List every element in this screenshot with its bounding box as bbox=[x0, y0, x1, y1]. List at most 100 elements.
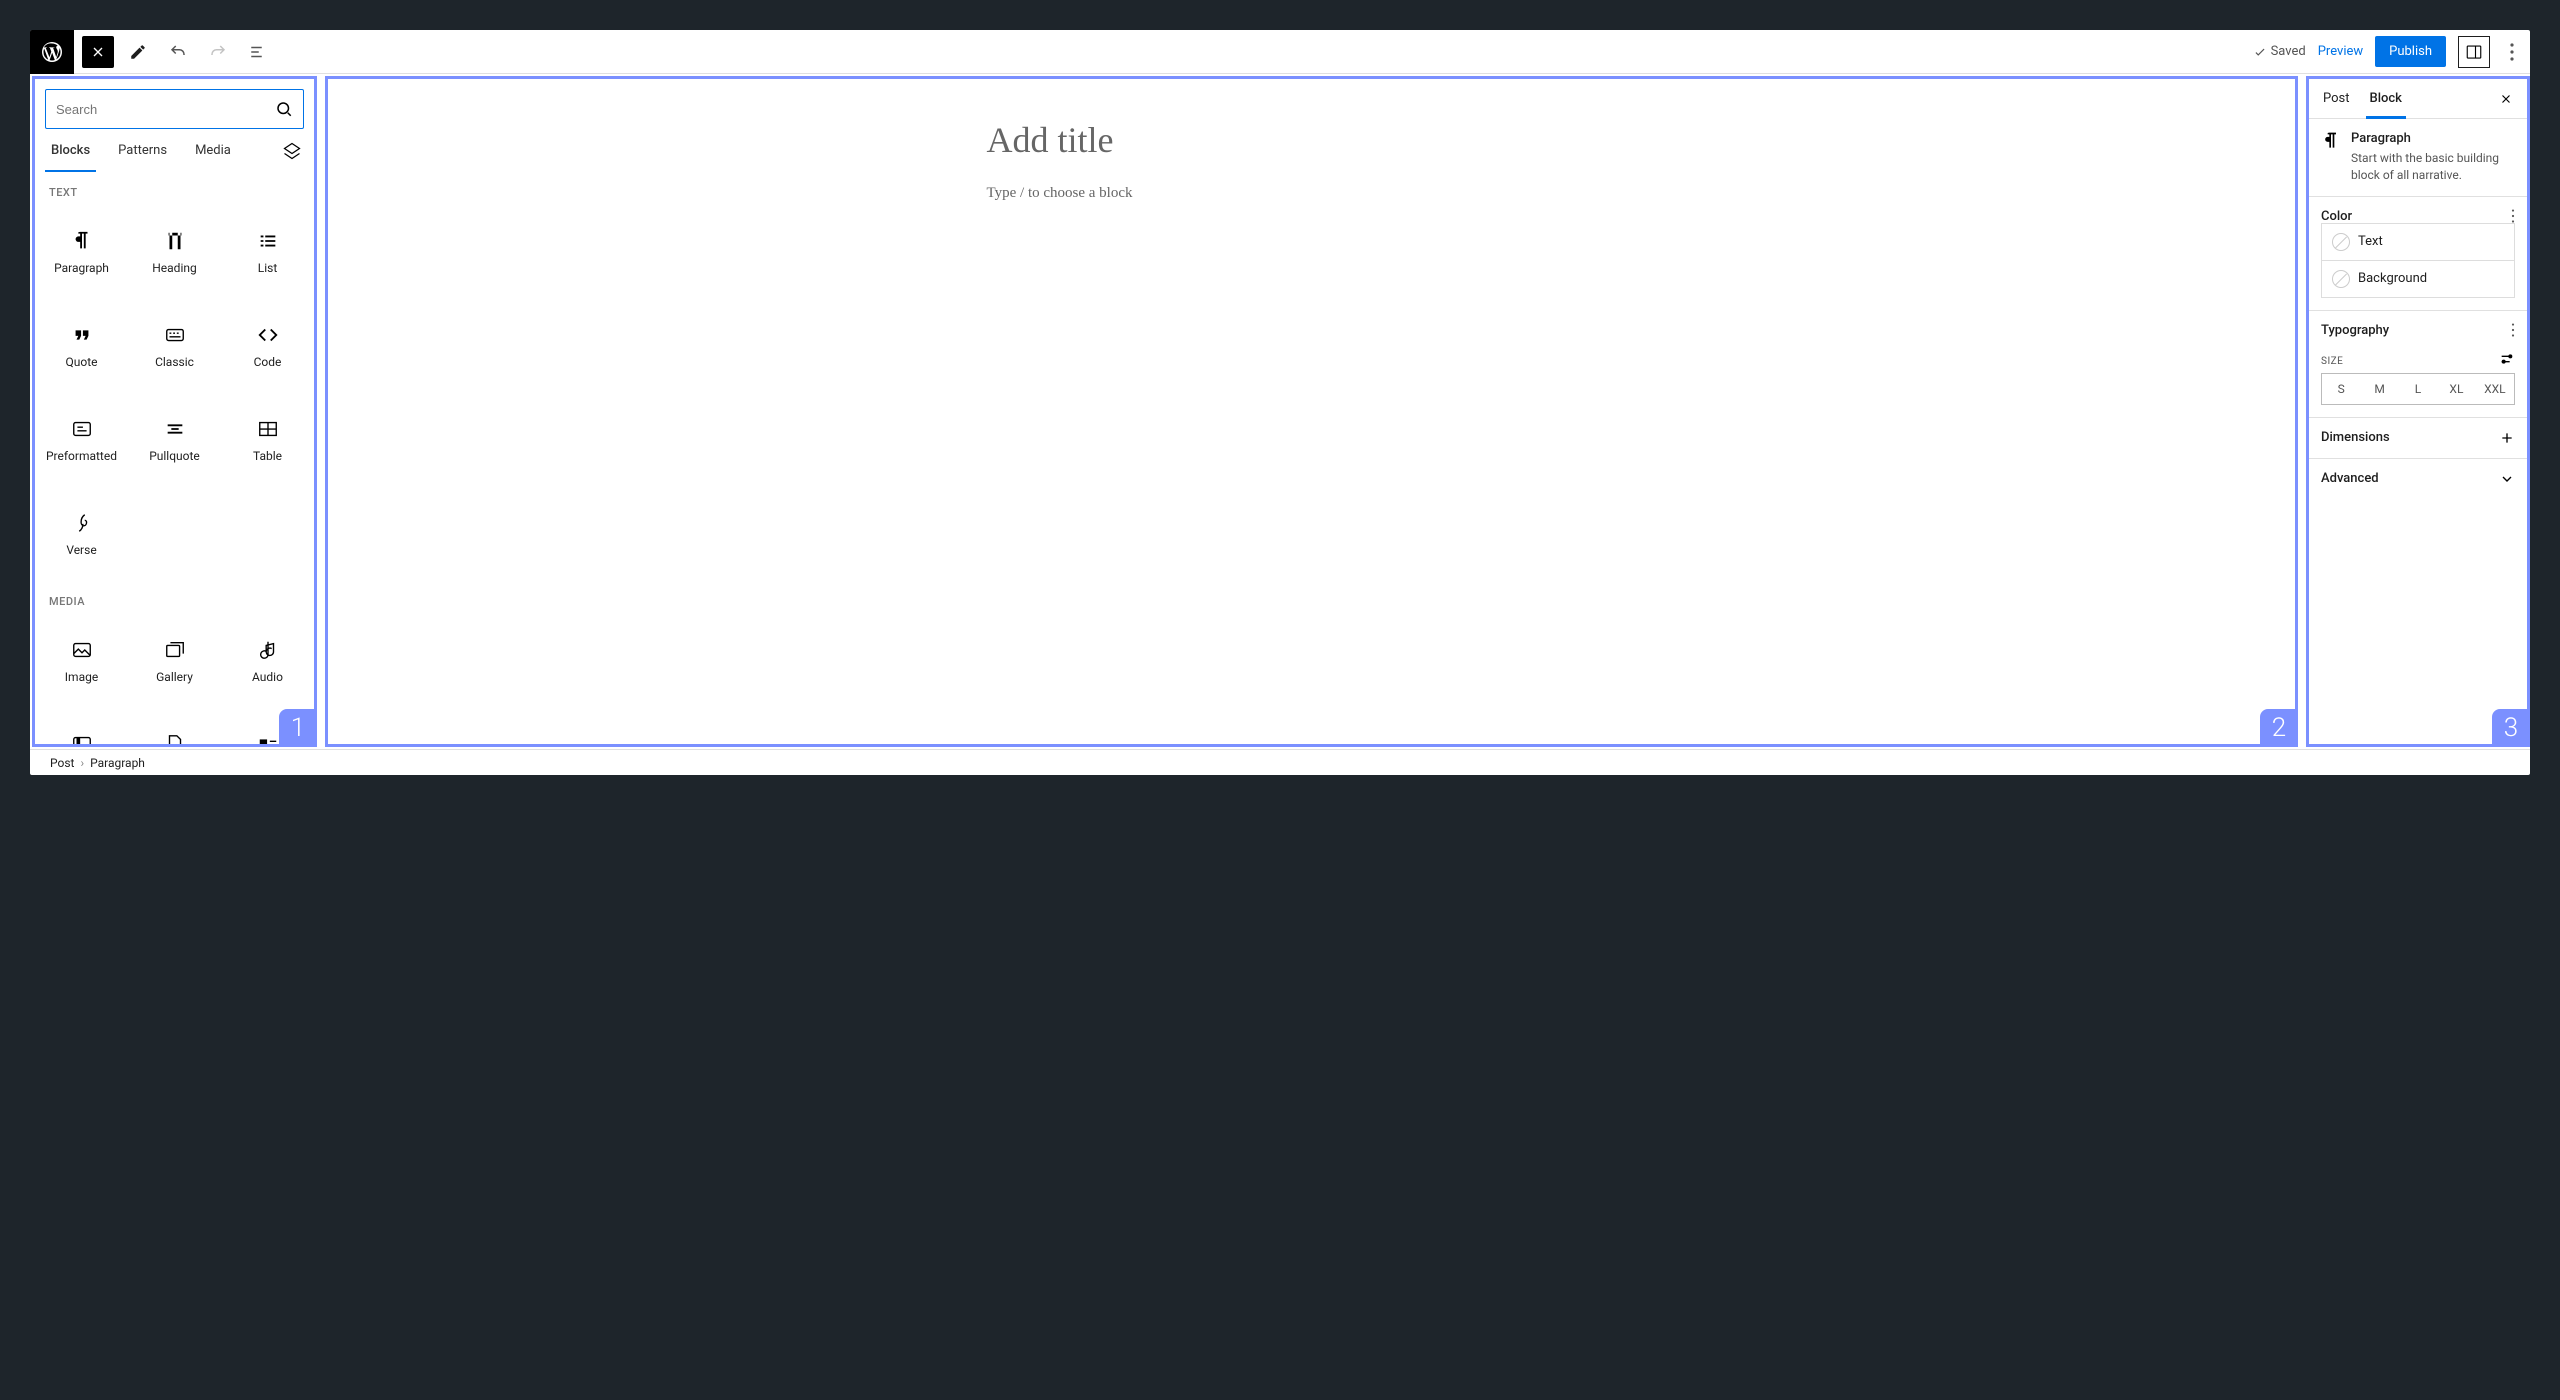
panel-number-3: 3 bbox=[2492, 709, 2530, 747]
plus-icon[interactable] bbox=[2499, 430, 2515, 446]
block-item-cover[interactable]: Cover bbox=[35, 708, 128, 744]
advanced-section-title[interactable]: Advanced bbox=[2321, 471, 2379, 486]
block-category-label: Media bbox=[35, 581, 314, 614]
block-search-input[interactable] bbox=[45, 89, 304, 129]
breadcrumb-item[interactable]: Post bbox=[50, 756, 74, 770]
table-icon bbox=[257, 417, 279, 441]
block-item-quote[interactable]: Quote bbox=[35, 299, 128, 393]
mediatext-icon bbox=[257, 732, 279, 744]
preformatted-icon bbox=[71, 417, 93, 441]
audio-icon bbox=[257, 638, 279, 662]
block-item-label: Heading bbox=[152, 261, 197, 275]
size-custom-toggle-icon[interactable] bbox=[2499, 351, 2515, 367]
empty-swatch-icon bbox=[2332, 233, 2350, 251]
settings-panel: Post Block Paragraph Start with the basi… bbox=[2306, 76, 2530, 747]
pullquote-icon bbox=[164, 417, 186, 441]
tab-media[interactable]: Media bbox=[181, 129, 245, 172]
empty-swatch-icon bbox=[2332, 270, 2350, 288]
breadcrumb-item[interactable]: Paragraph bbox=[90, 756, 145, 770]
redo-button[interactable] bbox=[202, 36, 234, 68]
typography-options-icon[interactable] bbox=[2511, 323, 2515, 337]
heading-icon bbox=[164, 229, 186, 253]
block-item-pullquote[interactable]: Pullquote bbox=[128, 393, 221, 487]
size-label: Size bbox=[2321, 356, 2489, 367]
panel-number-1: 1 bbox=[279, 709, 317, 747]
panel-number-2: 2 bbox=[2260, 709, 2298, 747]
settings-tab-post[interactable]: Post bbox=[2313, 79, 2360, 118]
block-category-label: Text bbox=[35, 172, 314, 205]
preview-button[interactable]: Preview bbox=[2318, 44, 2363, 59]
classic-icon bbox=[164, 323, 186, 347]
search-icon bbox=[275, 100, 293, 118]
chevron-right-icon: › bbox=[80, 756, 84, 770]
block-item-paragraph[interactable]: Paragraph bbox=[35, 205, 128, 299]
dimensions-section-title[interactable]: Dimensions bbox=[2321, 430, 2390, 445]
block-item-gallery[interactable]: Gallery bbox=[128, 614, 221, 708]
block-item-list[interactable]: List bbox=[221, 205, 314, 299]
block-item-label: Table bbox=[253, 449, 282, 463]
block-item-label: Paragraph bbox=[54, 261, 109, 275]
block-description: Start with the basic building block of a… bbox=[2351, 150, 2515, 184]
paragraph-block-placeholder[interactable]: Type / to choose a block bbox=[987, 185, 1637, 202]
tools-button[interactable] bbox=[122, 36, 154, 68]
size-button-s[interactable]: S bbox=[2322, 374, 2360, 404]
size-button-xl[interactable]: XL bbox=[2437, 374, 2475, 404]
explore-patterns-icon[interactable] bbox=[272, 131, 312, 171]
paragraph-icon bbox=[71, 229, 93, 253]
block-name: Paragraph bbox=[2351, 131, 2515, 146]
block-item-preformatted[interactable]: Preformatted bbox=[35, 393, 128, 487]
toggle-inserter-button[interactable] bbox=[82, 36, 114, 68]
block-item-image[interactable]: Image bbox=[35, 614, 128, 708]
block-item-label: Preformatted bbox=[46, 449, 117, 463]
list-icon bbox=[257, 229, 279, 253]
tab-patterns[interactable]: Patterns bbox=[104, 129, 181, 172]
size-button-xxl[interactable]: XXL bbox=[2476, 374, 2514, 404]
image-icon bbox=[71, 638, 93, 662]
block-item-file[interactable]: File bbox=[128, 708, 221, 744]
top-toolbar: Saved Preview Publish bbox=[30, 30, 2530, 74]
block-item-code[interactable]: Code bbox=[221, 299, 314, 393]
document-overview-button[interactable] bbox=[242, 36, 274, 68]
block-item-heading[interactable]: Heading bbox=[128, 205, 221, 299]
block-item-label: Audio bbox=[252, 670, 283, 684]
close-settings-button[interactable] bbox=[2489, 84, 2523, 114]
undo-button[interactable] bbox=[162, 36, 194, 68]
editor-canvas[interactable]: Add title Type / to choose a block 2 bbox=[325, 76, 2298, 747]
block-item-table[interactable]: Table bbox=[221, 393, 314, 487]
size-button-l[interactable]: L bbox=[2399, 374, 2437, 404]
post-title-input[interactable]: Add title bbox=[987, 119, 1637, 161]
gallery-icon bbox=[164, 638, 186, 662]
chevron-down-icon[interactable] bbox=[2499, 471, 2515, 487]
cover-icon bbox=[71, 732, 93, 744]
block-item-label: Classic bbox=[155, 355, 194, 369]
typography-section-title: Typography bbox=[2321, 323, 2389, 338]
code-icon bbox=[257, 323, 279, 347]
tab-blocks[interactable]: Blocks bbox=[37, 129, 104, 172]
settings-panel-toggle[interactable] bbox=[2458, 36, 2490, 68]
block-inserter-panel: Blocks Patterns Media Text Paragraph Headi… bbox=[32, 76, 317, 747]
block-item-label: Pullquote bbox=[149, 449, 200, 463]
publish-button[interactable]: Publish bbox=[2375, 36, 2446, 67]
wordpress-logo[interactable] bbox=[30, 30, 74, 74]
breadcrumb: Post › Paragraph bbox=[30, 749, 2530, 775]
color-background-button[interactable]: Background bbox=[2321, 260, 2515, 298]
options-button[interactable] bbox=[2502, 43, 2522, 61]
block-item-label: List bbox=[258, 261, 278, 275]
file-icon bbox=[164, 732, 186, 744]
block-item-audio[interactable]: Audio bbox=[221, 614, 314, 708]
color-text-button[interactable]: Text bbox=[2321, 223, 2515, 261]
block-item-label: Gallery bbox=[156, 670, 193, 684]
settings-tab-block[interactable]: Block bbox=[2360, 79, 2412, 118]
block-item-label: Code bbox=[254, 355, 282, 369]
color-section-title: Color bbox=[2321, 209, 2352, 224]
color-options-icon[interactable] bbox=[2511, 209, 2515, 223]
verse-icon bbox=[71, 511, 93, 535]
block-item-label: Verse bbox=[66, 543, 96, 557]
block-item-label: Quote bbox=[65, 355, 97, 369]
block-item-label: Image bbox=[65, 670, 98, 684]
quote-icon bbox=[71, 323, 93, 347]
block-item-verse[interactable]: Verse bbox=[35, 487, 128, 581]
paragraph-icon bbox=[2321, 131, 2341, 151]
block-item-classic[interactable]: Classic bbox=[128, 299, 221, 393]
size-button-m[interactable]: M bbox=[2360, 374, 2398, 404]
